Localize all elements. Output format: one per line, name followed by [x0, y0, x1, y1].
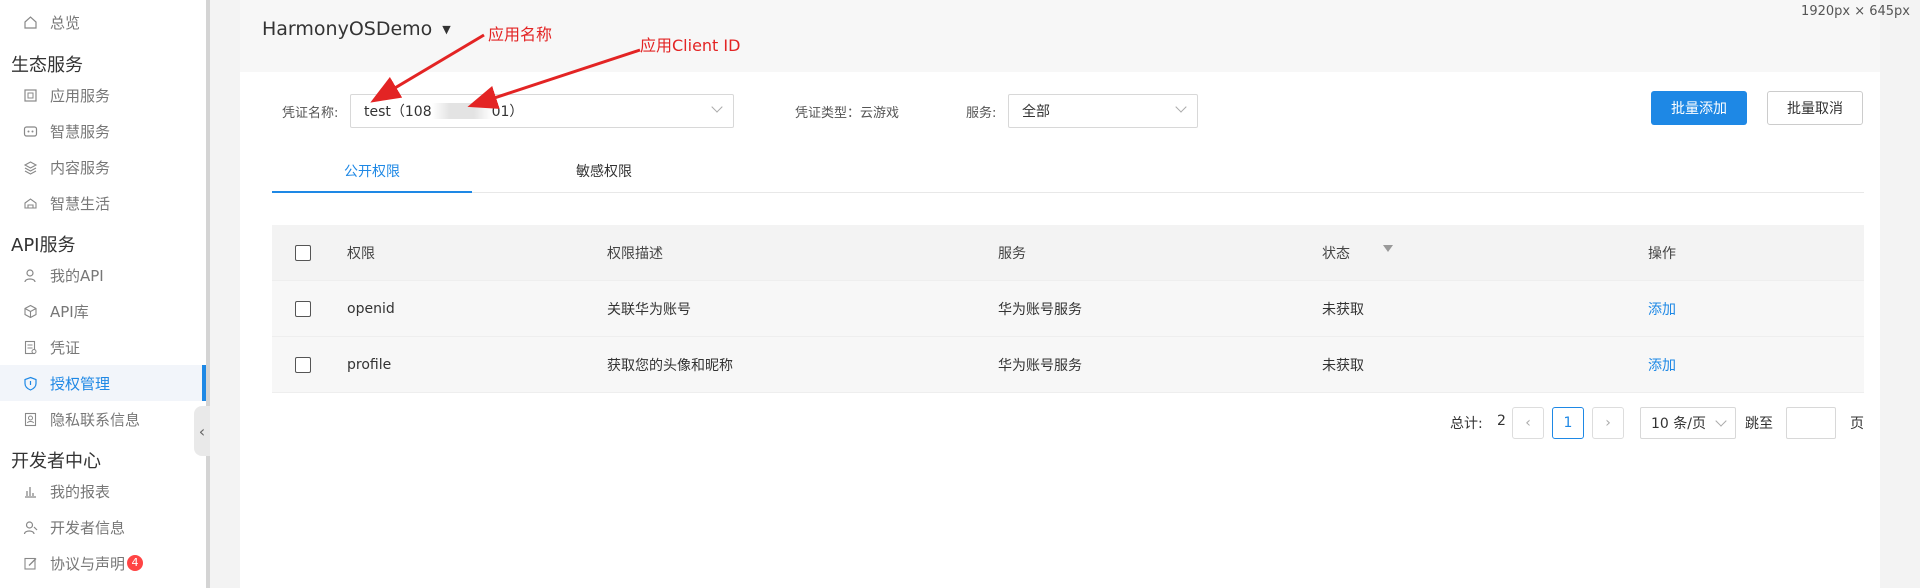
- client-id-arrow: [467, 48, 641, 109]
- annotation-client-id: 应用Client ID: [640, 36, 741, 55]
- app-name-arrow: [370, 33, 485, 103]
- annotation-arrows: [370, 33, 641, 109]
- screen-size-label: 1920px × 645px: [1801, 4, 1910, 19]
- annotation-app-name: 应用名称: [488, 25, 553, 44]
